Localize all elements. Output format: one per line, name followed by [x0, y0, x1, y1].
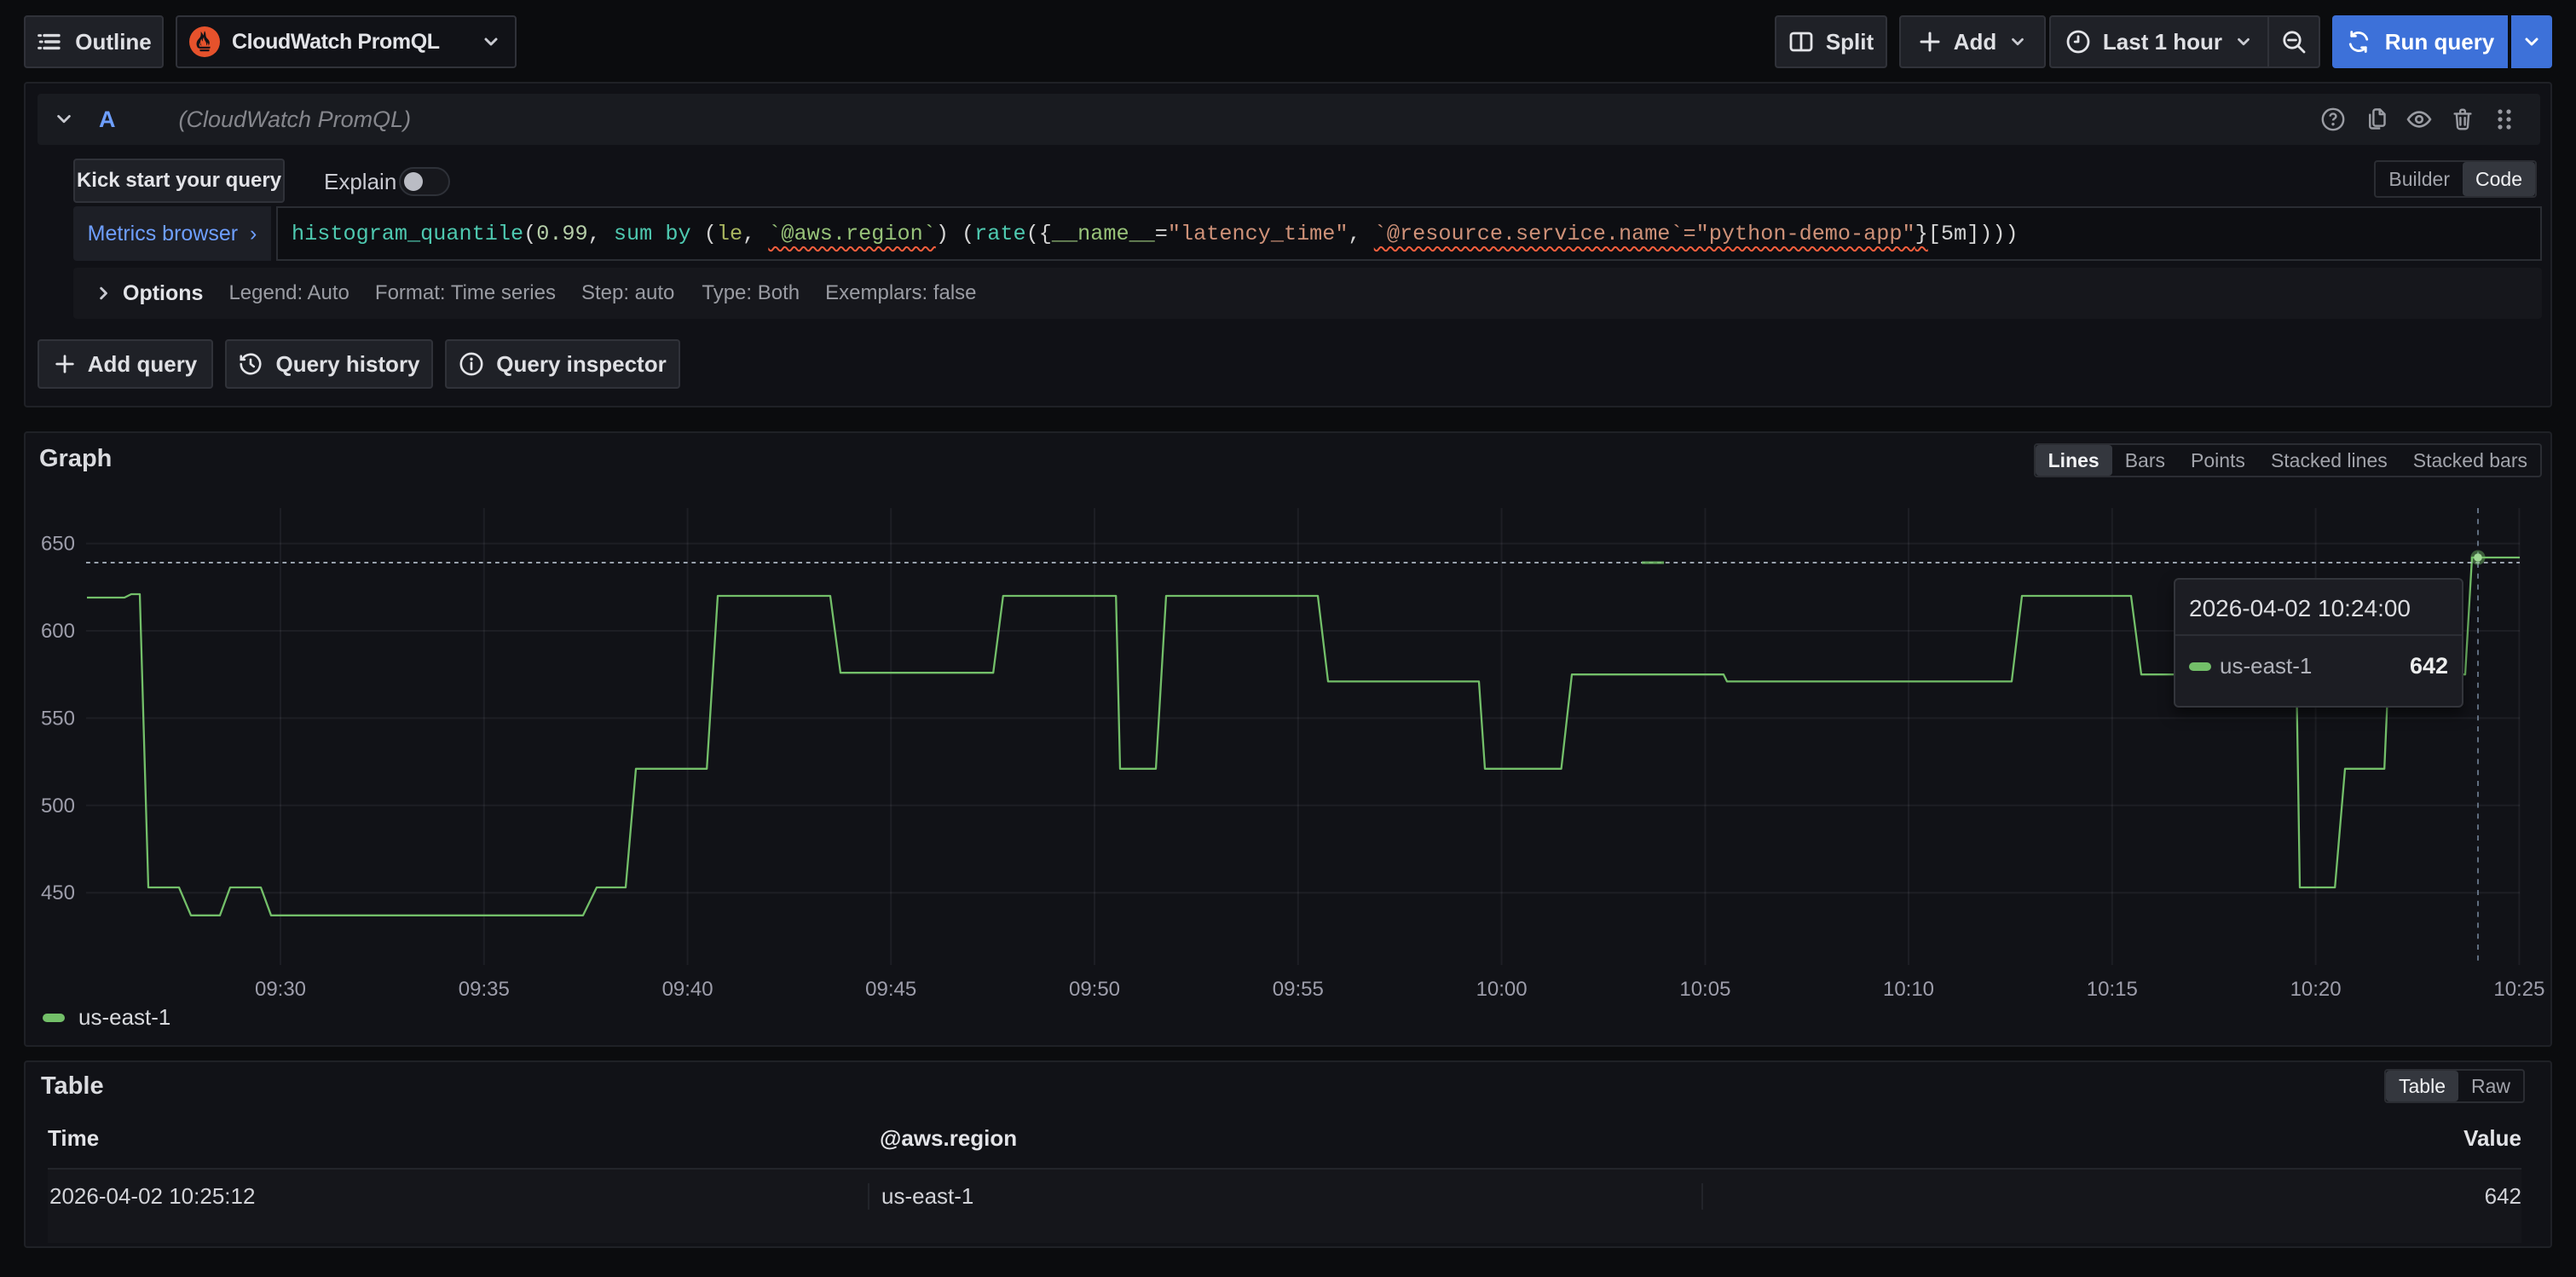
- svg-text:09:35: 09:35: [459, 978, 510, 1001]
- svg-text:450: 450: [41, 881, 75, 904]
- svg-text:650: 650: [41, 533, 75, 556]
- svg-text:600: 600: [41, 620, 75, 643]
- svg-text:09:50: 09:50: [1069, 978, 1120, 1001]
- svg-text:09:40: 09:40: [662, 978, 713, 1001]
- svg-text:500: 500: [41, 795, 75, 818]
- svg-text:09:45: 09:45: [865, 978, 916, 1001]
- svg-text:10:20: 10:20: [2290, 978, 2342, 1001]
- svg-text:09:30: 09:30: [255, 978, 306, 1001]
- svg-text:10:00: 10:00: [1476, 978, 1528, 1001]
- svg-text:10:15: 10:15: [2087, 978, 2138, 1001]
- svg-text:10:25: 10:25: [2493, 978, 2544, 1001]
- svg-text:10:05: 10:05: [1679, 978, 1730, 1001]
- svg-text:10:10: 10:10: [1883, 978, 1934, 1001]
- svg-text:550: 550: [41, 707, 75, 730]
- svg-text:09:55: 09:55: [1273, 978, 1324, 1001]
